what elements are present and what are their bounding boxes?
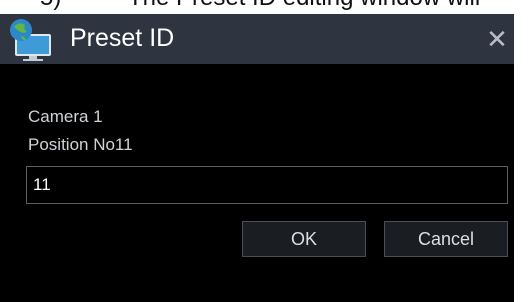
dialog-titlebar: Preset ID ✕ <box>0 14 514 64</box>
preset-id-input[interactable] <box>26 166 508 204</box>
ok-button[interactable]: OK <box>242 221 366 257</box>
document-step-text: 5) The Preset ID editing window will <box>0 0 528 14</box>
position-label: Position No11 <box>28 135 133 154</box>
cancel-button[interactable]: Cancel <box>384 221 508 257</box>
dialog-title: Preset ID <box>70 24 175 52</box>
step-number: 5) <box>40 0 61 12</box>
globe-monitor-icon <box>10 19 51 61</box>
preset-id-dialog: Preset ID ✕ Camera 1 Position No11 OK Ca… <box>0 14 514 302</box>
close-icon[interactable]: ✕ <box>480 20 514 58</box>
camera-label: Camera 1 <box>28 107 103 126</box>
step-description: The Preset ID editing window will <box>128 0 480 12</box>
